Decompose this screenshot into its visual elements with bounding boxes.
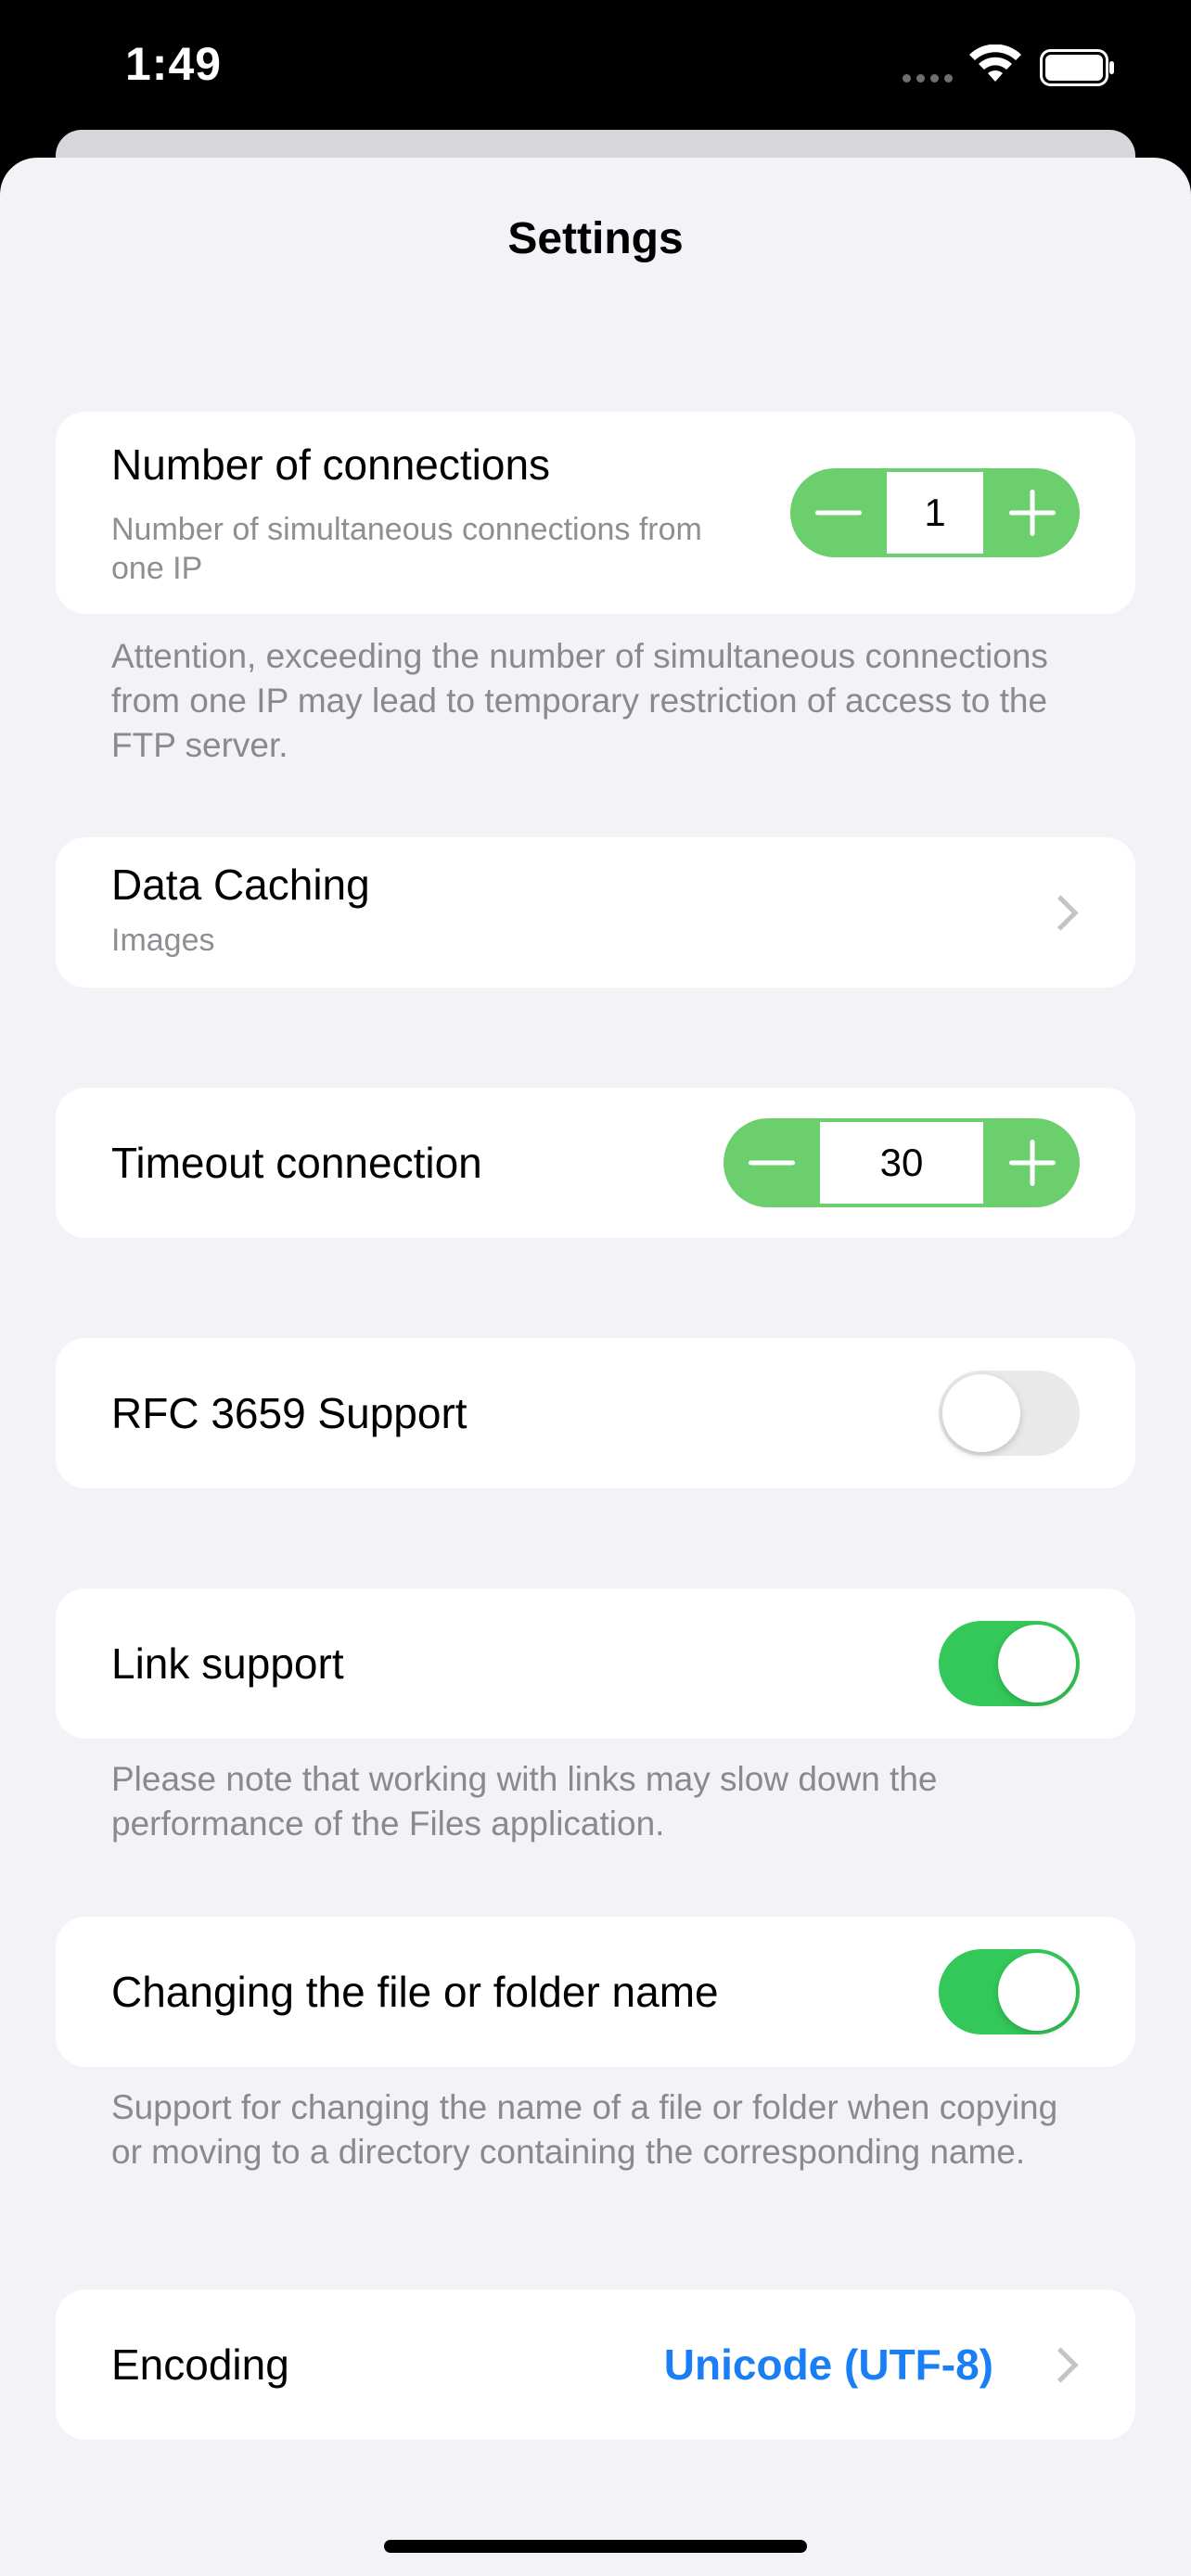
rename-card: Changing the file or folder name: [56, 1917, 1135, 2067]
timeout-card: Timeout connection 30: [56, 1088, 1135, 1238]
rename-note: Support for changing the name of a file …: [111, 2088, 1058, 2171]
link-support-note: Please note that working with links may …: [111, 1760, 938, 1843]
status-bar: 1:49: [0, 0, 1191, 139]
settings-sheet: Settings Number of connections Number of…: [0, 158, 1191, 2576]
link-support-card: Link support: [56, 1588, 1135, 1739]
toggle-knob: [998, 1625, 1076, 1702]
data-caching-subtitle: Images: [111, 923, 215, 958]
connections-label: Number of connections: [111, 440, 551, 489]
timeout-stepper[interactable]: 30: [724, 1118, 1080, 1207]
page-title: Settings: [507, 214, 684, 263]
connections-subtitle: Number of simultaneous connections from …: [111, 512, 702, 586]
link-support-label: Link support: [111, 1639, 344, 1688]
connections-stepper[interactable]: 1: [790, 468, 1080, 557]
rfc3659-card: RFC 3659 Support: [56, 1338, 1135, 1488]
rename-toggle[interactable]: [939, 1949, 1080, 2034]
toggle-knob: [998, 1953, 1076, 2031]
connections-decrement-button[interactable]: [790, 468, 886, 557]
encoding-label: Encoding: [111, 2340, 289, 2389]
link-support-toggle[interactable]: [939, 1621, 1080, 1706]
connections-value: 1: [887, 472, 983, 554]
timeout-label: Timeout connection: [111, 1139, 482, 1187]
battery-icon: [1040, 49, 1114, 86]
timeout-increment-button[interactable]: [984, 1118, 1080, 1207]
status-time: 1:49: [125, 38, 223, 90]
data-caching-row[interactable]: Data Caching Images: [56, 837, 1135, 988]
chevron-right-icon: [1043, 895, 1079, 931]
cellular-signal-icon: [903, 74, 953, 83]
rfc3659-toggle[interactable]: [939, 1371, 1080, 1456]
toggle-knob: [942, 1374, 1020, 1452]
connections-increment-button[interactable]: [984, 468, 1080, 557]
encoding-value: Unicode (UTF-8): [663, 2340, 993, 2389]
wifi-icon: [969, 45, 1021, 82]
connections-card: Number of connections Number of simultan…: [56, 412, 1135, 614]
timeout-decrement-button[interactable]: [724, 1118, 819, 1207]
home-indicator: [384, 2540, 807, 2553]
rename-label: Changing the file or folder name: [111, 1968, 719, 2016]
timeout-value: 30: [820, 1122, 983, 1204]
connections-note: Attention, exceeding the number of simul…: [111, 637, 1048, 764]
data-caching-label: Data Caching: [111, 861, 370, 909]
rfc3659-label: RFC 3659 Support: [111, 1389, 467, 1437]
encoding-row[interactable]: Encoding Unicode (UTF-8): [56, 2289, 1135, 2440]
chevron-right-icon: [1043, 2347, 1079, 2383]
